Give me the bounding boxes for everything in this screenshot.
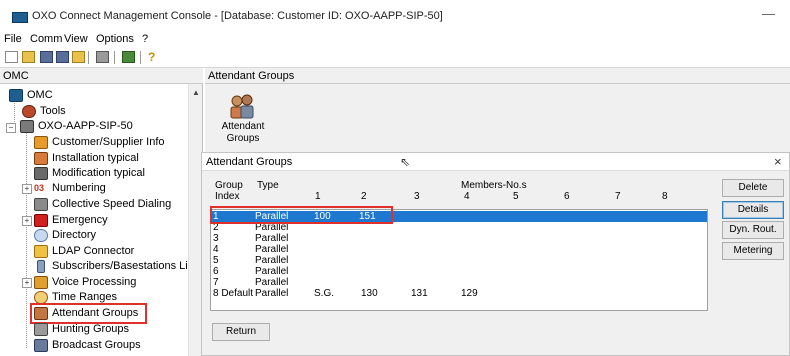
attendant-groups-highlight: [30, 303, 147, 324]
minimize-button[interactable]: —: [762, 6, 775, 21]
app-icon: [12, 12, 28, 23]
voice-processing-icon: [34, 276, 48, 289]
hunting-groups-icon: [34, 323, 48, 336]
tree-item-numbering[interactable]: 03 Numbering: [34, 181, 184, 196]
header-group: Group: [215, 180, 243, 191]
dialog-title: Attendant Groups: [206, 156, 293, 168]
open-icon[interactable]: [72, 51, 85, 63]
dyn-rout-button[interactable]: Dyn. Rout.: [722, 221, 784, 239]
tree-line: [26, 130, 27, 348]
tree-item-installation[interactable]: Installation typical: [34, 151, 184, 166]
table-row[interactable]: 5 Parallel: [211, 255, 707, 266]
installation-icon: [34, 152, 48, 165]
header-member-6: 6: [564, 191, 570, 202]
dialog-title-bar: Attendant Groups ⇖ ×: [202, 153, 789, 171]
navigation-tree: OMC Tools − OXO-AAPP-SIP-50 Customer/Sup…: [0, 84, 203, 356]
tree-item-modification[interactable]: Modification typical: [34, 166, 184, 181]
help-icon[interactable]: ?: [148, 51, 161, 63]
customer-info-icon: [34, 136, 48, 149]
header-member-1: 1: [315, 191, 321, 202]
toolbar-separator: [88, 51, 89, 64]
expand-expander[interactable]: +: [22, 216, 32, 226]
tree-item-voice-processing[interactable]: Voice Processing: [34, 275, 184, 290]
new-document-icon[interactable]: [5, 51, 18, 63]
table-row[interactable]: 8 Default Parallel S.G. 130 131 129: [211, 288, 707, 299]
collapse-expander[interactable]: −: [6, 123, 16, 133]
table-row[interactable]: 6 Parallel: [211, 266, 707, 277]
expand-expander[interactable]: +: [22, 278, 32, 288]
row-1-highlight: [210, 206, 393, 224]
menu-help[interactable]: ?: [142, 33, 148, 45]
title-bar: OXO Connect Management Console - [Databa…: [0, 0, 790, 33]
subscribers-icon: [37, 260, 45, 273]
book-icon[interactable]: [122, 51, 135, 63]
emergency-icon: [34, 214, 48, 227]
header-member-8: 8: [662, 191, 668, 202]
open-folder-icon[interactable]: [22, 51, 35, 63]
mouse-cursor-icon: ⇖: [400, 155, 411, 169]
tree-item-customer-info[interactable]: Customer/Supplier Info: [34, 135, 184, 150]
modification-icon: [34, 167, 48, 180]
broadcast-groups-icon: [34, 339, 48, 352]
header-member-2: 2: [361, 191, 367, 202]
header-member-5: 5: [513, 191, 519, 202]
header-type: Type: [257, 180, 279, 191]
menu-file[interactable]: File: [4, 33, 22, 45]
tree-item-system[interactable]: OXO-AAPP-SIP-50: [20, 119, 180, 134]
delete-button[interactable]: Delete: [722, 179, 784, 197]
save-icon[interactable]: [40, 51, 53, 63]
details-button[interactable]: Details: [722, 201, 784, 219]
save-all-icon[interactable]: [56, 51, 69, 63]
return-button[interactable]: Return: [212, 323, 270, 341]
toolbar-separator: [140, 51, 141, 64]
attendant-groups-shortcut-label: Attendant Groups: [221, 121, 265, 144]
menu-view[interactable]: View: [64, 33, 88, 45]
numbering-icon: 03: [34, 183, 45, 193]
ldap-icon: [34, 245, 48, 258]
tree-item-hunting-groups[interactable]: Hunting Groups: [34, 322, 184, 337]
scroll-up-icon[interactable]: ▲: [192, 88, 200, 97]
directory-icon: [34, 229, 48, 242]
left-pane-header: OMC: [0, 68, 203, 84]
system-icon: [20, 120, 34, 133]
tree-item-broadcast-groups[interactable]: Broadcast Groups: [34, 338, 184, 353]
header-member-7: 7: [615, 191, 621, 202]
header-index: Index: [215, 191, 240, 202]
table-row[interactable]: 3 Parallel: [211, 233, 707, 244]
expand-expander[interactable]: +: [22, 184, 32, 194]
tree-item-directory[interactable]: Directory: [34, 228, 184, 243]
tools-icon: [22, 105, 36, 118]
toolbar: ?: [0, 48, 790, 68]
tree-item-omc[interactable]: OMC: [9, 88, 179, 103]
metering-button[interactable]: Metering: [722, 242, 784, 260]
header-members: Members-No.s: [461, 180, 527, 191]
tree-item-subscribers[interactable]: Subscribers/Basestations List: [34, 259, 196, 274]
print-icon[interactable]: [96, 51, 109, 63]
omc-root-icon: [9, 89, 23, 102]
menu-comm[interactable]: Comm: [30, 33, 62, 45]
close-icon[interactable]: ×: [774, 154, 782, 169]
header-member-3: 3: [414, 191, 420, 202]
table-row[interactable]: 7 Parallel: [211, 277, 707, 288]
menu-bar: File Comm View Options ?: [0, 33, 790, 48]
groups-list[interactable]: 1 Parallel 100 151 2 Parallel 3 Parallel…: [210, 209, 708, 311]
tree-item-tools[interactable]: Tools: [22, 104, 172, 119]
table-row[interactable]: 4 Parallel: [211, 244, 707, 255]
attendant-groups-icon: [230, 94, 254, 119]
attendant-groups-dialog: Attendant Groups ⇖ × Group Index Type Me…: [201, 152, 790, 356]
tree-item-emergency[interactable]: Emergency: [34, 213, 184, 228]
toolbar-separator: [114, 51, 115, 64]
tree-item-speed-dialing[interactable]: Collective Speed Dialing: [34, 197, 184, 212]
speed-dialing-icon: [34, 198, 48, 211]
window-title: OXO Connect Management Console - [Databa…: [32, 10, 443, 22]
tree-scrollbar[interactable]: ▲: [188, 84, 202, 356]
header-member-4: 4: [464, 191, 470, 202]
right-pane-header: Attendant Groups: [205, 68, 790, 84]
menu-options[interactable]: Options: [96, 33, 134, 45]
tree-item-ldap[interactable]: LDAP Connector: [34, 244, 184, 259]
